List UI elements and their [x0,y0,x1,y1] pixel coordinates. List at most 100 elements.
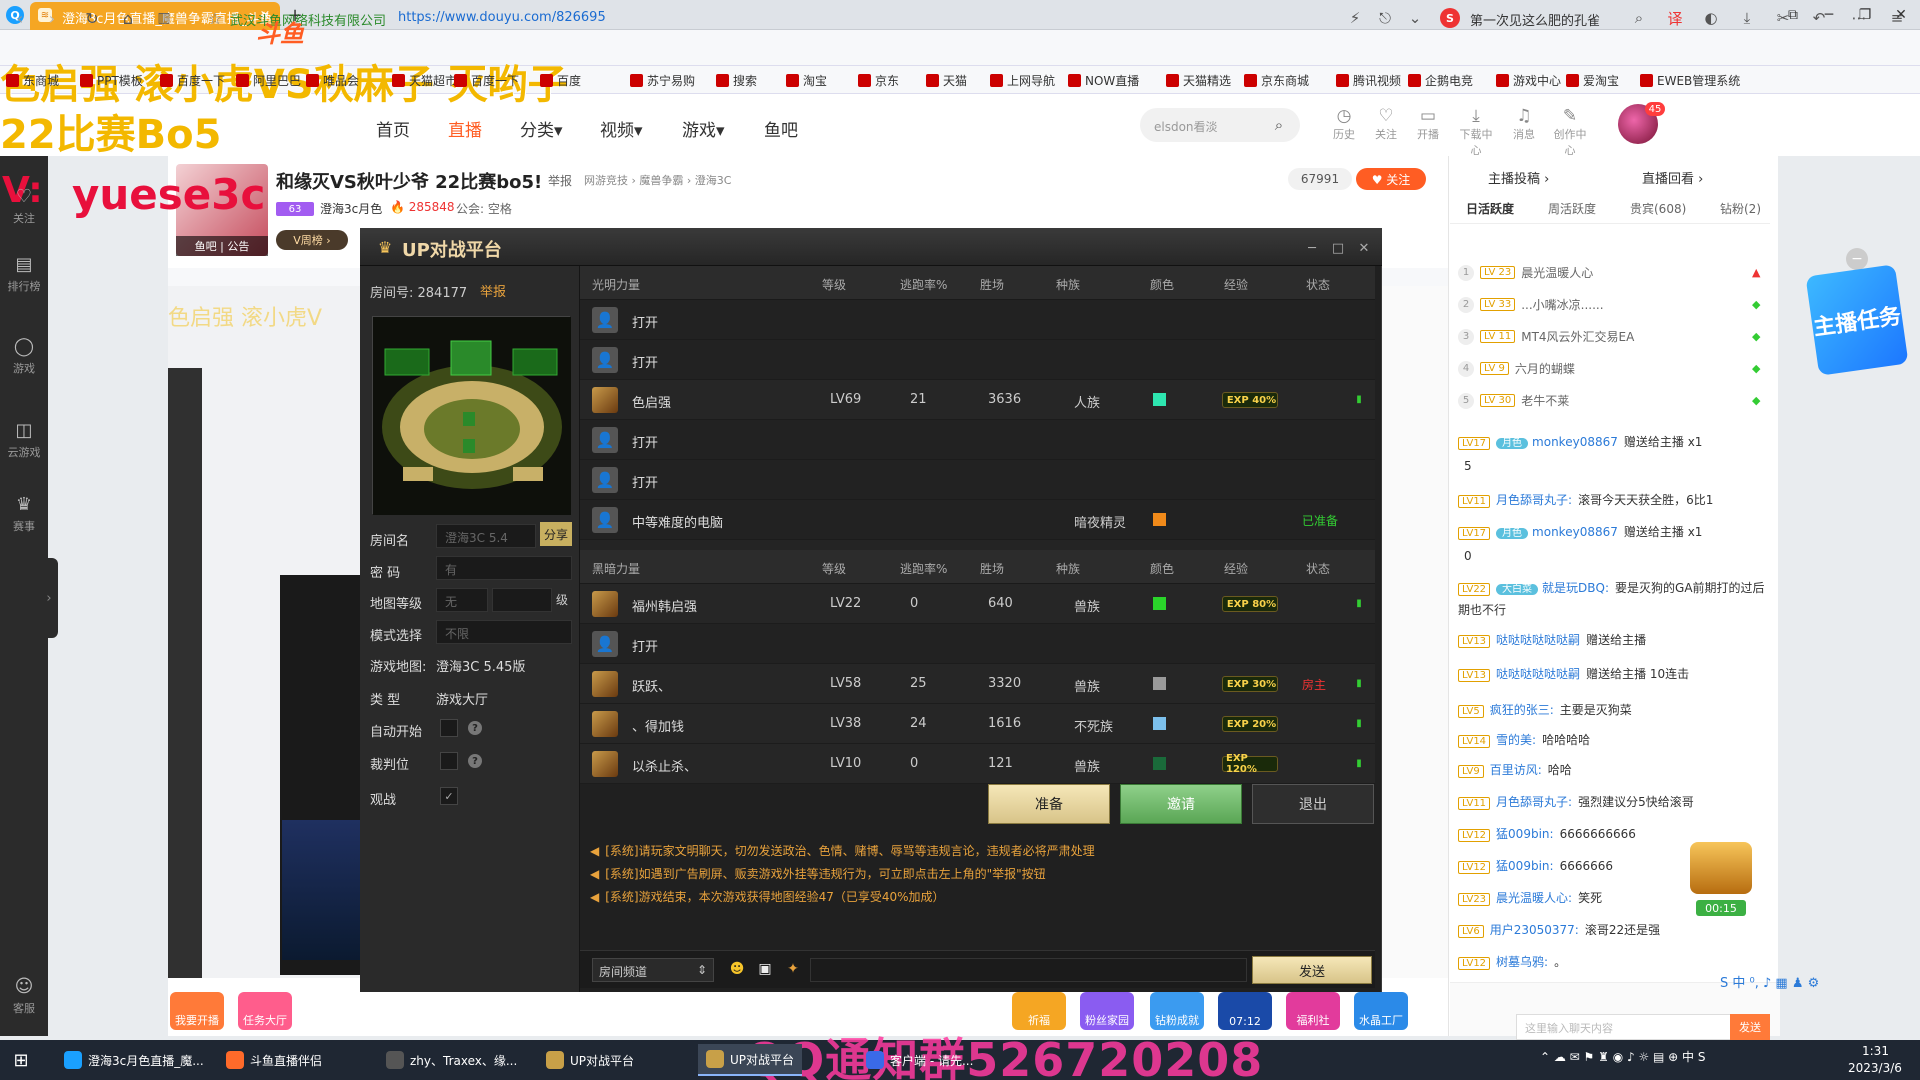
ready-button[interactable]: 准备 [988,784,1110,824]
sidebar-item-rank[interactable]: ▤ 排行榜 [0,254,48,294]
header-download-item[interactable]: ⤓ 下载中心 [1458,106,1494,158]
nav-live[interactable]: 直播 [448,116,482,141]
tab-weekly-activity[interactable]: 周活跃度 [1548,200,1596,217]
chat-username[interactable]: 哒哒哒哒哒哒嗣 [1496,667,1580,681]
rank-row[interactable]: 4 LV 9 六月的蝴蝶 ◆ [1458,360,1760,377]
download-icon[interactable]: ⤓ [1736,8,1758,28]
bookmark-item[interactable]: 百度一下 [454,72,519,89]
bookmark-item[interactable]: 百度 [540,72,581,89]
translate-icon[interactable]: 译 [1664,8,1686,28]
search-engine-icon[interactable]: S [1440,8,1460,28]
anchor-task-promo[interactable]: 主播任务 [1805,264,1909,376]
search-icon[interactable]: ⌕ [1628,8,1650,28]
up-maximize-icon[interactable]: □ [1328,238,1348,258]
player-slot[interactable] [580,300,1375,340]
promo-close-icon[interactable]: − [1846,248,1868,270]
activity-item[interactable]: 任务大厅 [238,992,292,1030]
effect-icon[interactable]: ✦ [784,960,802,978]
header-broadcast-item[interactable]: ▭ 开播 [1410,106,1446,142]
bookmark-item[interactable]: 京东 [858,72,899,89]
reading-mode-icon[interactable]: ▥ [154,8,174,28]
browser-search-hint[interactable]: 第一次见这么肥的孔雀 [1470,10,1600,29]
chevron-down-icon[interactable]: ⌄ [1404,8,1426,28]
system-tray[interactable]: ⌃ ☁ ✉ ⚑ ♜ ◉ ♪ ☼ ▤ ⊕ 中 S [1540,1048,1705,1065]
nav-game[interactable]: 游戏▾ [682,116,725,141]
taskbar-item[interactable]: 斗鱼直播伴侣 [218,1044,330,1076]
mode-select[interactable]: 不限 [436,620,572,644]
anchor-submission-link[interactable]: 主播投稿 › [1488,168,1549,187]
ime-toolbar[interactable]: S 中 ⁰, ♪ ▦ ♟ ⚙ [1720,972,1819,991]
sidebar-item-heart[interactable]: ♡ 关注 [0,186,48,226]
bookmark-item[interactable]: 唯品会 [306,72,359,89]
activity-item[interactable]: 我要开播 [170,992,224,1030]
header-creator-item[interactable]: ✎ 创作中心 [1552,106,1588,158]
bookmark-item[interactable]: 游戏中心 [1496,72,1561,89]
forward-icon[interactable]: › [42,8,62,28]
night-mode-icon[interactable]: ◐ [1700,8,1722,28]
url-field[interactable]: https://www.douyu.com/826695 [398,10,606,25]
rank-row[interactable]: 3 LV 11 MT4风云外汇交易EA ◆ [1458,328,1760,345]
bookmark-item[interactable]: 天猫 [926,72,967,89]
tab-daily-activity[interactable]: 日活跃度 [1466,200,1514,217]
channel-select[interactable]: 房间频道 ⇕ [592,958,714,982]
chat-username[interactable]: 哒哒哒哒哒哒嗣 [1496,633,1580,647]
screenshot-icon[interactable]: ✂ [1772,8,1794,28]
nav-category[interactable]: 分类▾ [520,116,563,141]
player-slot[interactable] [580,460,1375,500]
emoji-icon[interactable]: ☻ [728,960,746,978]
chat-username[interactable]: monkey08867 [1532,525,1618,539]
chat-username[interactable]: 疯狂的张三: [1490,703,1554,717]
bookmark-item[interactable]: 爱淘宝 [1566,72,1619,89]
back-icon[interactable]: ‹ [10,8,30,28]
bookmark-item[interactable]: 京东商城 [1244,72,1309,89]
breadcrumb[interactable]: 网游竞技 › 魔兽争霸 › 澄海3C [584,172,731,188]
nav-video[interactable]: 视频▾ [600,116,643,141]
activity-item[interactable]: 07:12 [1218,992,1272,1030]
player-slot[interactable] [580,624,1375,664]
exit-button[interactable]: 退出 [1252,784,1374,824]
menu-icon[interactable]: ≡ [1886,8,1908,28]
bookmark-item[interactable]: 腾讯视频 [1336,72,1401,89]
chat-send-button[interactable]: 发送 [1730,1014,1770,1040]
help-icon[interactable]: ? [468,754,482,768]
chat-username[interactable]: 用户23050377: [1490,923,1579,937]
up-titlebar[interactable] [360,228,1382,266]
bookmark-item[interactable]: 上网导航 [990,72,1055,89]
taskbar-item[interactable]: UP对战平台 [538,1044,642,1076]
up-minimize-icon[interactable]: ─ [1302,238,1322,258]
bookmark-item[interactable]: EWEB管理系统 [1640,72,1740,89]
rank-row[interactable]: 5 LV 30 老牛不莱 ◆ [1458,392,1760,409]
activity-item[interactable]: 粉丝家园 [1080,992,1134,1030]
open-slot-label[interactable]: 打开 [632,352,658,371]
anchor-name[interactable]: 澄海3c月色 [320,200,382,217]
chat-username[interactable]: 雪的美: [1496,733,1536,747]
rank-row[interactable]: 1 LV 23 晨光温暖人心 ▲ [1458,264,1760,281]
more-icon[interactable]: ⋯ [1848,8,1870,28]
douyu-logo[interactable]: 斗鱼 [240,14,320,48]
weekly-rank-tag[interactable]: V周榜 › [276,230,348,250]
bookmark-item[interactable]: NOW直播 [1068,72,1139,89]
chat-username[interactable]: monkey08867 [1532,435,1618,449]
activity-item[interactable]: 钻粉成就 [1150,992,1204,1030]
sidebar-item-trophy[interactable]: ♛ 赛事 [0,494,48,534]
home-icon[interactable]: ⌂ [118,8,138,28]
sidebar-collapse-icon[interactable]: › [40,558,58,638]
taskbar-item[interactable]: 客户端 - 请先... [858,1044,981,1076]
chat-username[interactable]: 树墓乌鸦: [1496,955,1548,969]
header-follow-item[interactable]: ♡ 关注 [1368,106,1404,142]
chat-username[interactable]: 百里访风: [1490,763,1542,777]
chat-input[interactable]: 这里输入聊天内容 [1516,1014,1752,1040]
bookmark-item[interactable]: 搜索 [716,72,757,89]
up-close-icon[interactable]: ✕ [1354,238,1374,258]
start-icon[interactable]: ⊞ [10,1049,32,1071]
report-link[interactable]: 举报 [548,172,572,189]
chat-username[interactable]: 就是玩DBQ: [1542,581,1609,595]
bookmark-item[interactable]: 百度一下 [160,72,225,89]
player-slot[interactable] [580,420,1375,460]
activity-item[interactable]: 祈福 [1012,992,1066,1030]
bookmark-item[interactable]: 企鹅电竞 [1408,72,1473,89]
chat-username[interactable]: 猛009bin: [1496,827,1554,841]
password-field[interactable]: 有 [436,556,572,580]
tab-vip[interactable]: 贵宾(608) [1630,200,1686,217]
invite-button[interactable]: 邀请 [1120,784,1242,824]
